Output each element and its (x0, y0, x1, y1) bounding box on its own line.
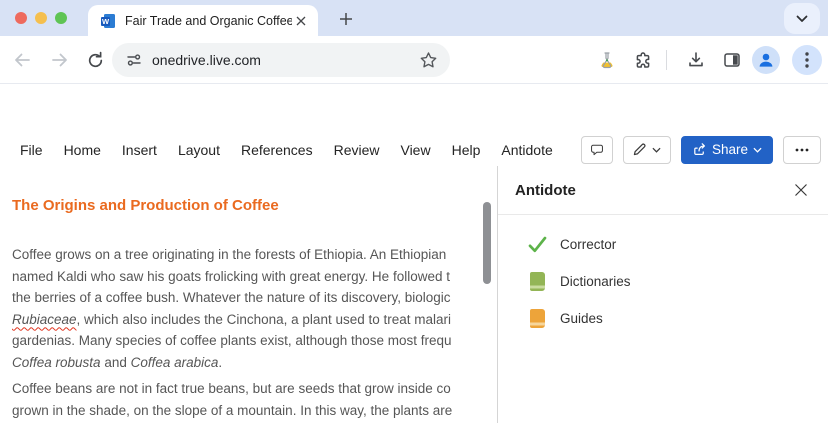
antidote-panel-header: Antidote (498, 166, 828, 215)
editing-mode-button[interactable] (623, 136, 671, 164)
person-icon (757, 51, 775, 69)
menu-tab-insert[interactable]: Insert (122, 142, 157, 158)
document-paragraph-2: Coffee beans are not in fact true beans,… (12, 378, 486, 421)
doc-line: Coffee grows on a tree originating in th… (12, 244, 486, 266)
antidote-item-label: Corrector (560, 237, 616, 252)
screen: W Fair Trade and Organic Coffee (0, 0, 828, 423)
document-paragraph-1: Coffee grows on a tree originating in th… (12, 244, 486, 373)
url-text: onedrive.live.com (152, 52, 419, 68)
arrow-right-icon (50, 50, 70, 70)
panel-close-button[interactable] (790, 179, 812, 201)
menu-tab-file[interactable]: File (20, 142, 43, 158)
share-button[interactable]: Share (681, 136, 773, 164)
doc-line: named Kaldi who saw his goats frolicking… (12, 266, 486, 288)
reload-icon (86, 51, 105, 70)
doc-line: Coffee beans are not in fact true beans,… (12, 378, 486, 400)
comment-icon (590, 141, 604, 158)
ribbon-menu-bar: File Home Insert Layout References Revie… (0, 133, 828, 166)
downloads-icon[interactable] (684, 48, 708, 72)
menu-tab-layout[interactable]: Layout (178, 142, 220, 158)
tab-strip: W Fair Trade and Organic Coffee (0, 0, 828, 36)
chevron-down-icon (652, 147, 661, 153)
toolbar-divider (666, 50, 667, 70)
doc-line: the berries of a coffee bush. Whatever t… (12, 287, 486, 309)
dictionaries-book-icon (528, 272, 547, 291)
close-icon (794, 183, 808, 197)
arrow-left-icon (12, 50, 32, 70)
reload-button[interactable] (83, 48, 107, 72)
antidote-item-dictionaries[interactable]: Dictionaries (498, 265, 828, 297)
antidote-item-guides[interactable]: Guides (498, 302, 828, 334)
menu-tab-home[interactable]: Home (64, 142, 101, 158)
document-heading: The Origins and Production of Coffee (12, 197, 279, 214)
site-settings-icon[interactable] (126, 52, 142, 68)
zoom-window-button[interactable] (55, 12, 67, 24)
doc-line: Coffea robusta and Coffea arabica. (12, 352, 486, 374)
word-favicon-icon: W (100, 13, 116, 29)
browser-toolbar: onedrive.live.com (0, 36, 828, 84)
chevron-down-icon (753, 147, 762, 153)
antidote-item-label: Guides (560, 311, 603, 326)
back-button[interactable] (10, 48, 34, 72)
browser-profile-avatar[interactable] (752, 46, 780, 74)
browser-menu-button[interactable] (792, 45, 822, 75)
ellipsis-icon (795, 148, 809, 152)
menu-tab-view[interactable]: View (400, 142, 430, 158)
comments-button[interactable] (581, 136, 613, 164)
guides-book-icon (528, 309, 547, 328)
menu-tab-antidote[interactable]: Antidote (501, 142, 552, 158)
misspelled-word: Rubiaceae (12, 312, 77, 327)
forward-button[interactable] (48, 48, 72, 72)
menu-tab-help[interactable]: Help (452, 142, 481, 158)
kebab-menu-icon (805, 52, 809, 68)
document-canvas[interactable]: The Origins and Production of Coffee Cof… (0, 166, 497, 423)
antidote-item-corrector[interactable]: Corrector (498, 228, 828, 260)
new-tab-button[interactable] (334, 7, 358, 31)
more-options-button[interactable] (783, 136, 821, 164)
menu-tab-references[interactable]: References (241, 142, 313, 158)
doc-line: gardenias. Many species of coffee plants… (12, 330, 486, 352)
close-window-button[interactable] (15, 12, 27, 24)
bookmark-star-icon[interactable] (419, 51, 438, 70)
menu-tab-review[interactable]: Review (334, 142, 380, 158)
browser-tab[interactable]: W Fair Trade and Organic Coffee (88, 5, 318, 36)
minimize-window-button[interactable] (35, 12, 47, 24)
address-bar[interactable]: onedrive.live.com (112, 43, 450, 77)
extensions-icon[interactable] (631, 48, 655, 72)
side-panel-icon[interactable] (720, 48, 744, 72)
antidote-panel: Antidote Corrector Dictionaries Guides (498, 166, 828, 423)
antidote-item-label: Dictionaries (560, 274, 631, 289)
document-scrollbar[interactable] (483, 202, 491, 284)
doc-line: Rubiaceae, which also includes the Cinch… (12, 309, 486, 331)
flask-extension-icon[interactable] (595, 48, 619, 72)
share-button-label: Share (712, 142, 748, 157)
tab-close-button[interactable] (292, 12, 310, 30)
share-icon (692, 142, 707, 157)
corrector-check-icon (528, 236, 547, 253)
tab-search-button[interactable] (784, 3, 820, 34)
pencil-icon (632, 142, 647, 157)
panel-title: Antidote (515, 182, 576, 199)
tab-title: Fair Trade and Organic Coffee (125, 14, 292, 28)
word-app-header: W Fair Trade and Organic Coffee Producti… (0, 84, 828, 133)
svg-text:W: W (102, 17, 110, 26)
doc-line: grown in the shade, on the slope of a mo… (12, 400, 486, 422)
